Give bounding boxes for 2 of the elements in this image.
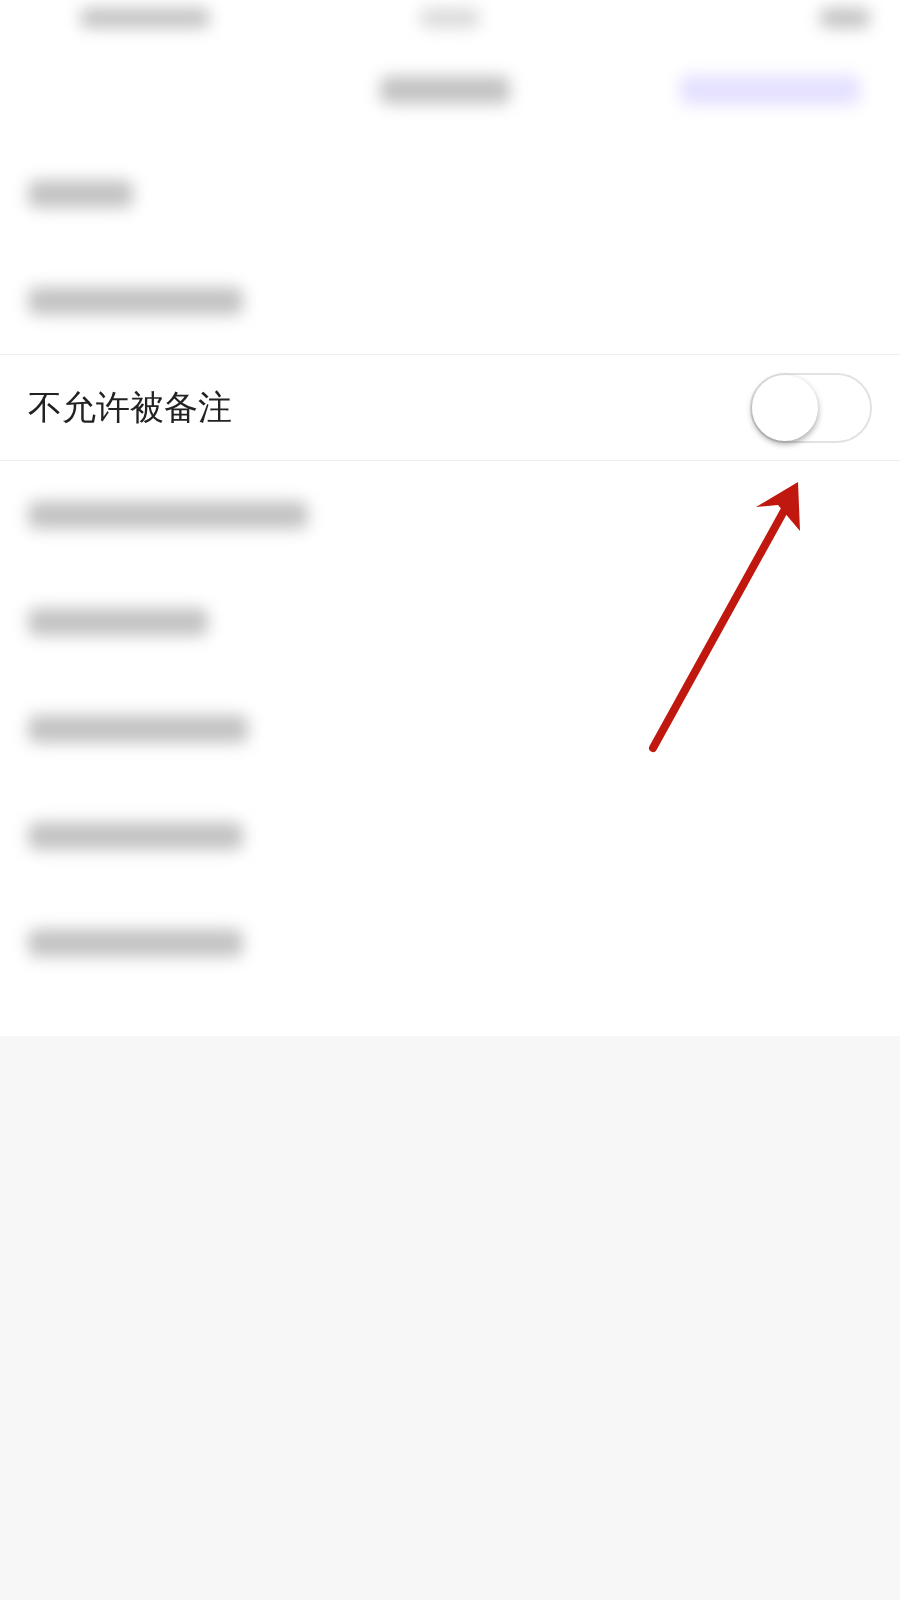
toggle-switch[interactable] — [750, 372, 872, 443]
setting-label: 不允许被备注 — [28, 385, 232, 429]
